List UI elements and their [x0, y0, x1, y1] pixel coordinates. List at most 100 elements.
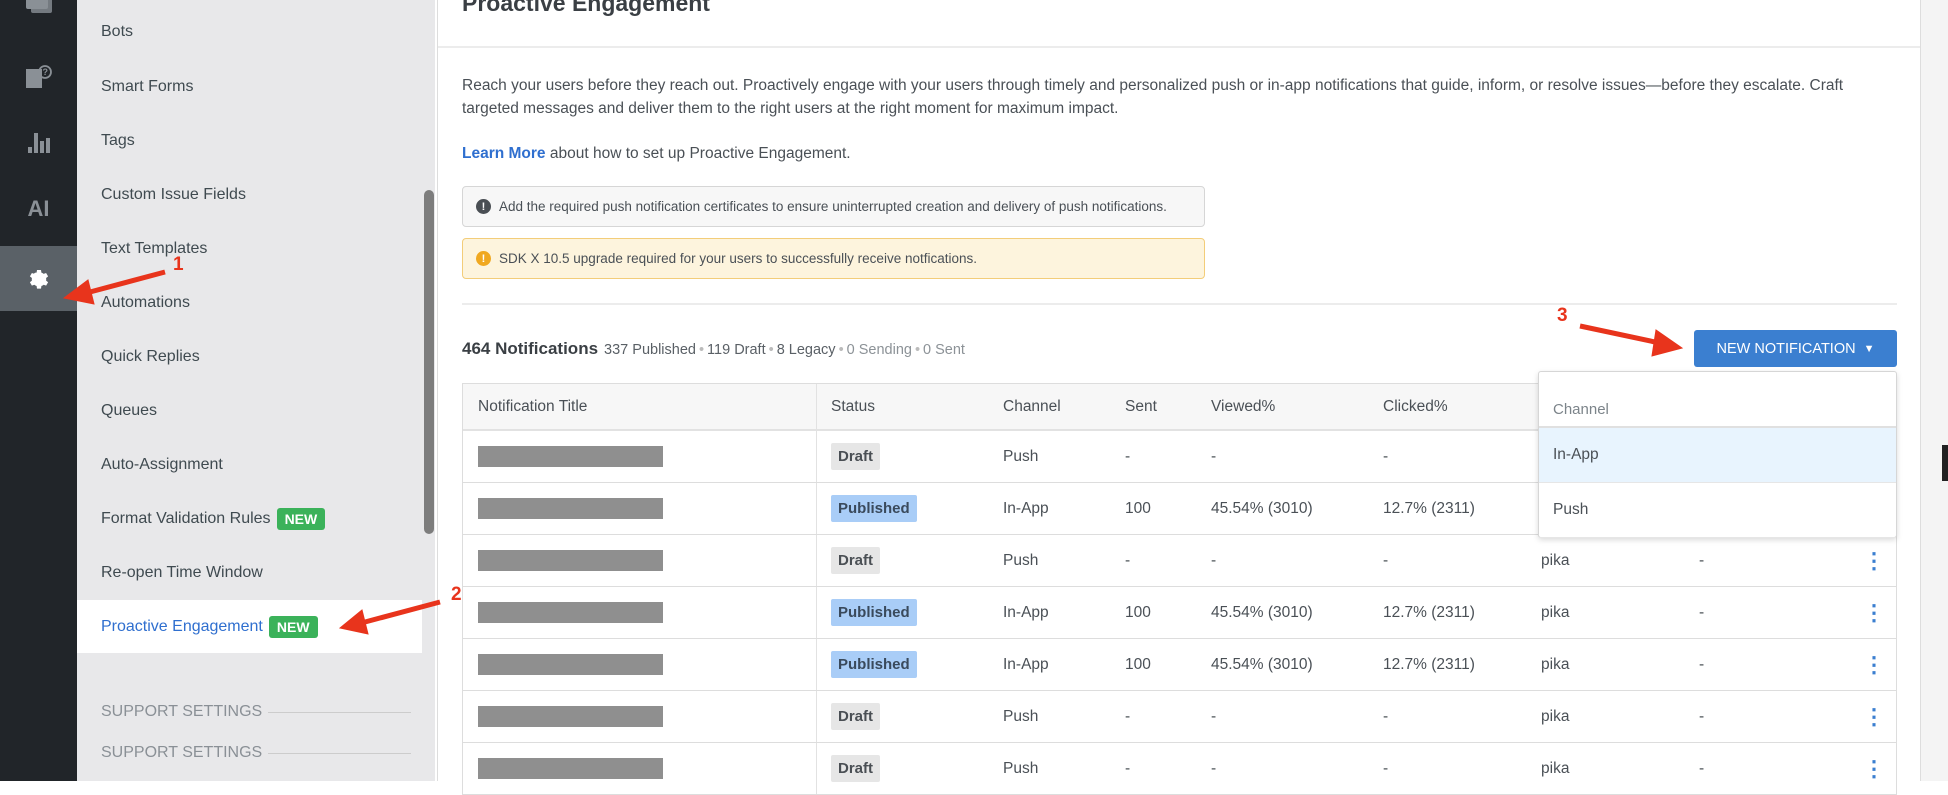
- clicked-cell: -: [1383, 759, 1389, 777]
- sent-cell: -: [1125, 707, 1131, 725]
- new-badge: NEW: [276, 507, 326, 530]
- sent-cell: 100: [1125, 603, 1151, 621]
- sent-cell: 100: [1125, 655, 1151, 673]
- main-panel: Proactive Engagement Reach your users be…: [437, 0, 1921, 795]
- redacted-title[interactable]: [478, 550, 663, 571]
- author-cell: pika: [1541, 603, 1570, 621]
- option-push[interactable]: Push: [1539, 483, 1896, 538]
- redacted-title[interactable]: [478, 706, 663, 727]
- sidebar-item-label: Proactive Engagement: [101, 617, 263, 635]
- sent-cell: -: [1125, 447, 1131, 465]
- learn-more-link[interactable]: Learn More: [462, 145, 546, 162]
- viewed-cell: 45.54% (3010): [1211, 655, 1313, 673]
- viewed-cell: -: [1211, 551, 1217, 569]
- clicked-cell: -: [1383, 707, 1389, 725]
- redacted-title[interactable]: [478, 654, 663, 675]
- extra-cell: -: [1699, 603, 1705, 621]
- sent-cell: 100: [1125, 499, 1151, 517]
- sidebar-item-label: Custom Issue Fields: [101, 185, 246, 203]
- viewed-cell: -: [1211, 447, 1217, 465]
- status-badge: Published: [831, 599, 917, 626]
- viewed-cell: -: [1211, 707, 1217, 725]
- more-options-icon[interactable]: ⋮: [1863, 535, 1885, 586]
- redacted-title[interactable]: [478, 446, 663, 467]
- clicked-cell: -: [1383, 551, 1389, 569]
- analytics-icon[interactable]: [0, 116, 77, 170]
- column-header[interactable]: Status: [831, 384, 875, 429]
- extra-cell: -: [1699, 655, 1705, 673]
- new-notification-button[interactable]: NEW NOTIFICATION ▼: [1694, 330, 1897, 367]
- dropdown-label: Channel: [1539, 372, 1896, 428]
- sidebar-item-proactive-engagement[interactable]: Proactive Engagement NEW: [77, 600, 422, 653]
- clicked-cell: 12.7% (2311): [1383, 603, 1475, 621]
- redacted-title[interactable]: [478, 758, 663, 779]
- table-row[interactable]: Published In-App 100 45.54% (3010) 12.7%…: [463, 639, 1896, 691]
- sidebar-item-smart-forms[interactable]: Smart Forms: [77, 60, 422, 113]
- column-header[interactable]: Notification Title: [478, 384, 587, 429]
- extra-cell: -: [1699, 707, 1705, 725]
- table-row[interactable]: Draft Push - - - pika - ⋮: [463, 743, 1896, 795]
- sidebar-item-bots[interactable]: Bots: [77, 5, 422, 58]
- sidebar-item-label: Text Templates: [101, 239, 208, 257]
- more-options-icon[interactable]: ⋮: [1863, 691, 1885, 742]
- channel-cell: In-App: [1003, 655, 1049, 673]
- sdk-warning-alert: ! SDK X 10.5 upgrade required for your us…: [462, 238, 1205, 279]
- status-badge: Published: [831, 651, 917, 678]
- viewed-cell: 45.54% (3010): [1211, 603, 1313, 621]
- faq-icon[interactable]: ?: [0, 50, 77, 104]
- more-options-icon[interactable]: ⋮: [1863, 743, 1885, 794]
- table-row[interactable]: Published In-App 100 45.54% (3010) 12.7%…: [463, 587, 1896, 639]
- sidebar-item-label: Bots: [101, 22, 134, 40]
- column-header[interactable]: Sent: [1125, 384, 1157, 429]
- channel-cell: Push: [1003, 707, 1039, 725]
- certificate-alert: ! Add the required push notification cert…: [462, 186, 1205, 227]
- status-badge: Draft: [831, 547, 881, 574]
- divider: [438, 46, 1920, 48]
- page-title: Proactive Engagement: [462, 0, 710, 16]
- sent-cell: -: [1125, 759, 1131, 777]
- sidebar-item-label: Tags: [101, 131, 135, 149]
- column-header[interactable]: Clicked%: [1383, 384, 1448, 429]
- column-header[interactable]: Viewed%: [1211, 384, 1275, 429]
- column-header[interactable]: Channel: [1003, 384, 1061, 429]
- more-options-icon[interactable]: ⋮: [1863, 639, 1885, 690]
- viewed-cell: -: [1211, 759, 1217, 777]
- sidebar-item-reopen-time-window[interactable]: Re-open Time Window: [77, 546, 422, 599]
- total-count: 464 Notifications: [462, 339, 599, 358]
- sidebar-scrollbar[interactable]: [424, 190, 434, 534]
- learn-more-line: Learn More about how to set up Proactive…: [462, 145, 851, 162]
- sidebar-item-text-templates[interactable]: Text Templates: [77, 222, 422, 275]
- option-in-app[interactable]: In-App: [1539, 428, 1896, 483]
- sidebar-item-format-validation-rules[interactable]: Format Validation Rules NEW: [77, 492, 422, 545]
- sidebar-item-quick-replies[interactable]: Quick Replies: [77, 330, 422, 383]
- redacted-title[interactable]: [478, 498, 663, 519]
- sidebar-item-auto-assignment[interactable]: Auto-Assignment: [77, 438, 422, 491]
- status-badge: Draft: [831, 755, 881, 782]
- extra-cell: -: [1699, 551, 1705, 569]
- redacted-title[interactable]: [478, 602, 663, 623]
- sidebar-item-custom-issue-fields[interactable]: Custom Issue Fields: [77, 168, 422, 221]
- svg-text:?: ?: [42, 67, 48, 77]
- settings-sidebar: Bots Smart Forms Tags Custom Issue Field…: [77, 0, 435, 781]
- status-badge: Draft: [831, 703, 881, 730]
- author-cell: pika: [1541, 551, 1570, 569]
- channel-cell: Push: [1003, 551, 1039, 569]
- table-row[interactable]: Draft Push - - - pika - ⋮: [463, 535, 1896, 587]
- more-options-icon[interactable]: ⋮: [1863, 587, 1885, 638]
- section-header: SUPPORT SETTINGS: [101, 703, 411, 721]
- channel-cell: Push: [1003, 447, 1039, 465]
- viewed-cell: 45.54% (3010): [1211, 499, 1313, 517]
- sidebar-item-automations[interactable]: Automations: [77, 276, 422, 329]
- table-row[interactable]: Draft Push - - - pika - ⋮: [463, 691, 1896, 743]
- sidebar-item-label: Format Validation Rules: [101, 509, 271, 527]
- chat-icon[interactable]: [0, 0, 77, 32]
- sidebar-item-tags[interactable]: Tags: [77, 114, 422, 167]
- caret-down-icon: ▼: [1863, 342, 1875, 355]
- ai-icon[interactable]: AI: [0, 182, 77, 236]
- clicked-cell: 12.7% (2311): [1383, 499, 1475, 517]
- section-header: SUPPORT SETTINGS: [101, 744, 411, 762]
- sidebar-item-label: Queues: [101, 401, 158, 419]
- gear-icon[interactable]: [0, 246, 77, 311]
- sidebar-item-queues[interactable]: Queues: [77, 384, 422, 437]
- new-badge: NEW: [268, 615, 318, 638]
